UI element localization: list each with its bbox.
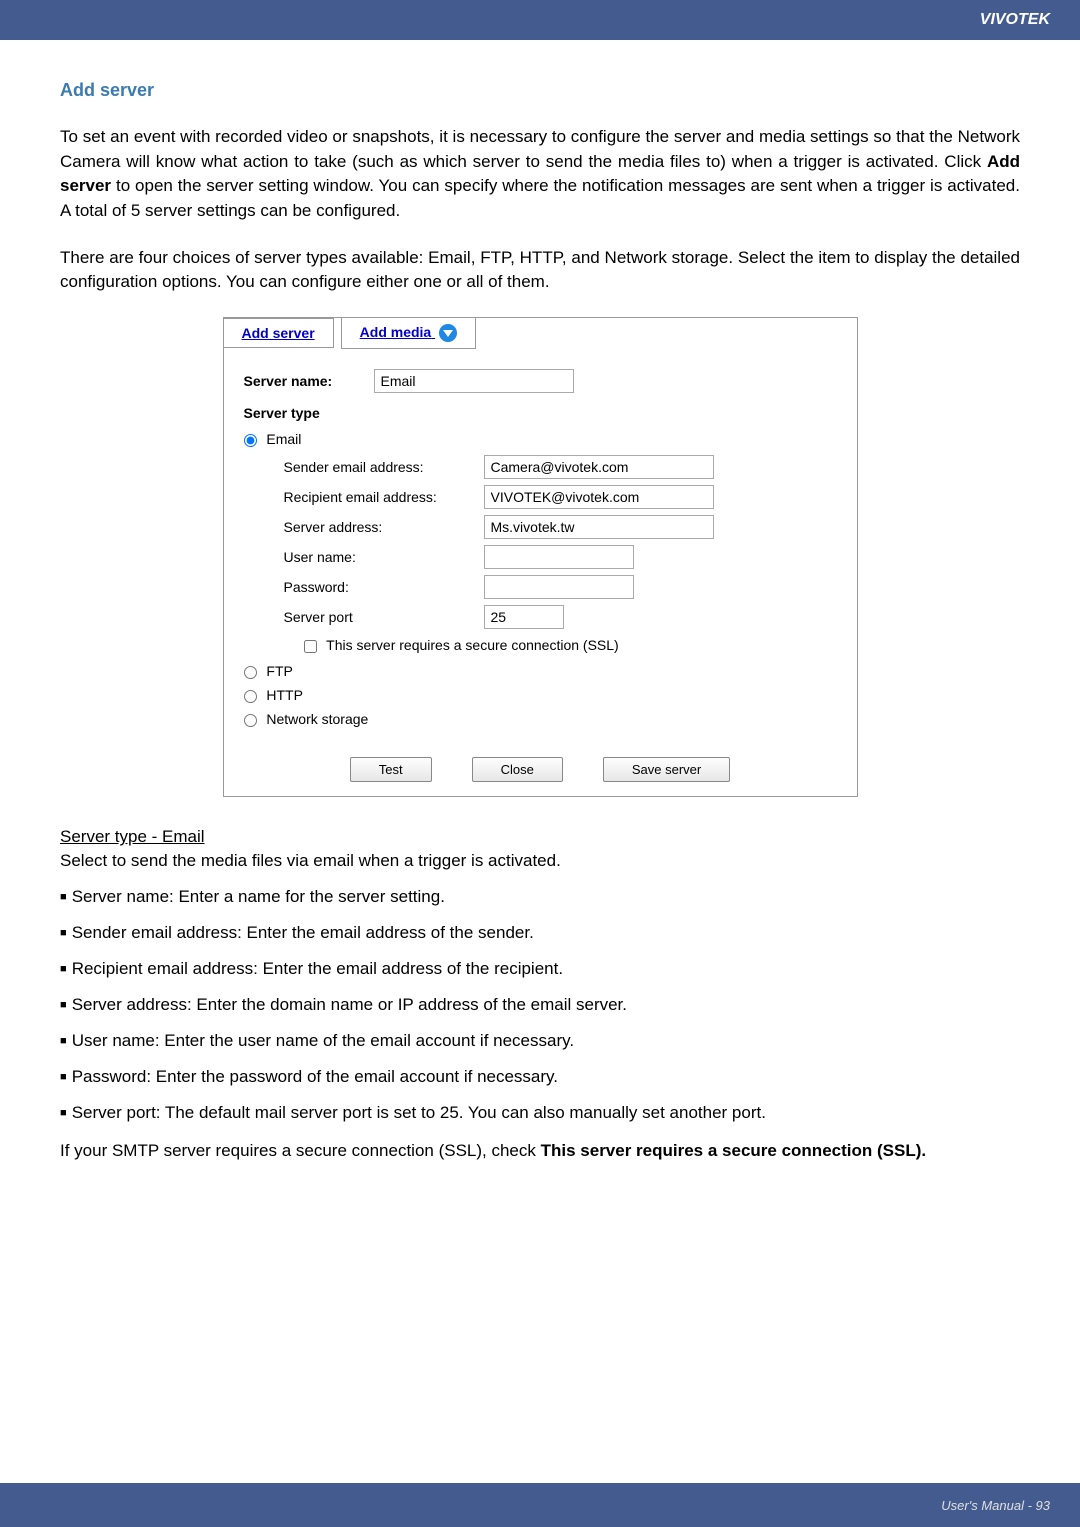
chevron-down-icon <box>439 324 457 342</box>
bullet-item: Server name: Enter a name for the server… <box>60 887 1020 907</box>
ssl-note: If your SMTP server requires a secure co… <box>60 1139 1020 1164</box>
radio-ns-row: Network storage <box>244 711 837 727</box>
server-name-label: Server name: <box>244 373 374 389</box>
brand-label: VIVOTEK <box>980 11 1050 29</box>
port-label: Server port <box>284 609 484 625</box>
page-content: Add server To set an event with recorded… <box>0 40 1080 1204</box>
bullet-item: Server port: The default mail server por… <box>60 1103 1020 1123</box>
form-body: Server name: Server type Email Sender em… <box>224 359 857 745</box>
recipient-label: Recipient email address: <box>284 489 484 505</box>
dialog-wrapper: Add server Add media Server name: Server… <box>60 317 1020 797</box>
ssl-row: This server requires a secure connection… <box>304 637 837 653</box>
section-title: Add server <box>60 80 1020 101</box>
bullet-item: Recipient email address: Enter the email… <box>60 959 1020 979</box>
server-address-label: Server address: <box>284 519 484 535</box>
tab-add-server[interactable]: Add server <box>223 318 334 348</box>
sender-label: Sender email address: <box>284 459 484 475</box>
footer-bar: User's Manual - 93 <box>0 1483 1080 1527</box>
server-dialog: Add server Add media Server name: Server… <box>223 317 858 797</box>
tab-add-media-label: Add media <box>360 324 432 340</box>
bullet-item: Password: Enter the password of the emai… <box>60 1067 1020 1087</box>
port-input[interactable] <box>484 605 564 629</box>
close-button[interactable]: Close <box>472 757 563 782</box>
server-address-input[interactable] <box>484 515 714 539</box>
radio-http[interactable] <box>244 690 257 703</box>
tab-add-media[interactable]: Add media <box>341 317 476 349</box>
intro-paragraph-1: To set an event with recorded video or s… <box>60 125 1020 224</box>
password-label: Password: <box>284 579 484 595</box>
ssl-label: This server requires a secure connection… <box>326 637 619 653</box>
intro-text-a: To set an event with recorded video or s… <box>60 127 1020 171</box>
test-button[interactable]: Test <box>350 757 432 782</box>
header-bar: VIVOTEK <box>0 0 1080 40</box>
intro-paragraph-2: There are four choices of server types a… <box>60 246 1020 295</box>
radio-ftp-row: FTP <box>244 663 837 679</box>
bullet-item: Sender email address: Enter the email ad… <box>60 923 1020 943</box>
save-server-button[interactable]: Save server <box>603 757 730 782</box>
radio-ftp-label: FTP <box>266 663 292 679</box>
radio-http-row: HTTP <box>244 687 837 703</box>
tab-row: Add server Add media <box>224 318 857 349</box>
bullet-item: Server address: Enter the domain name or… <box>60 995 1020 1015</box>
radio-email-row: Email <box>244 431 837 447</box>
ssl-note-a: If your SMTP server requires a secure co… <box>60 1141 541 1160</box>
ssl-checkbox[interactable] <box>304 640 317 653</box>
radio-ftp[interactable] <box>244 666 257 679</box>
server-name-row: Server name: <box>244 369 837 393</box>
bullet-list: Server name: Enter a name for the server… <box>60 887 1020 1123</box>
username-input[interactable] <box>484 545 634 569</box>
sender-input[interactable] <box>484 455 714 479</box>
intro-text-b: to open the server setting window. You c… <box>60 176 1020 220</box>
email-subheading: Server type - Email <box>60 827 1020 847</box>
password-input[interactable] <box>484 575 634 599</box>
server-type-label: Server type <box>244 405 837 421</box>
email-desc: Select to send the media files via email… <box>60 851 1020 871</box>
page-number: User's Manual - 93 <box>941 1498 1050 1513</box>
radio-email-label: Email <box>266 431 301 447</box>
radio-ns-label: Network storage <box>266 711 368 727</box>
recipient-input[interactable] <box>484 485 714 509</box>
ssl-note-bold: This server requires a secure connection… <box>541 1141 926 1160</box>
email-fields: Sender email address: Recipient email ad… <box>284 455 837 653</box>
button-row: Test Close Save server <box>224 745 857 796</box>
username-label: User name: <box>284 549 484 565</box>
bullet-item: User name: Enter the user name of the em… <box>60 1031 1020 1051</box>
radio-http-label: HTTP <box>266 687 303 703</box>
radio-email[interactable] <box>244 434 257 447</box>
radio-network-storage[interactable] <box>244 714 257 727</box>
server-name-input[interactable] <box>374 369 574 393</box>
